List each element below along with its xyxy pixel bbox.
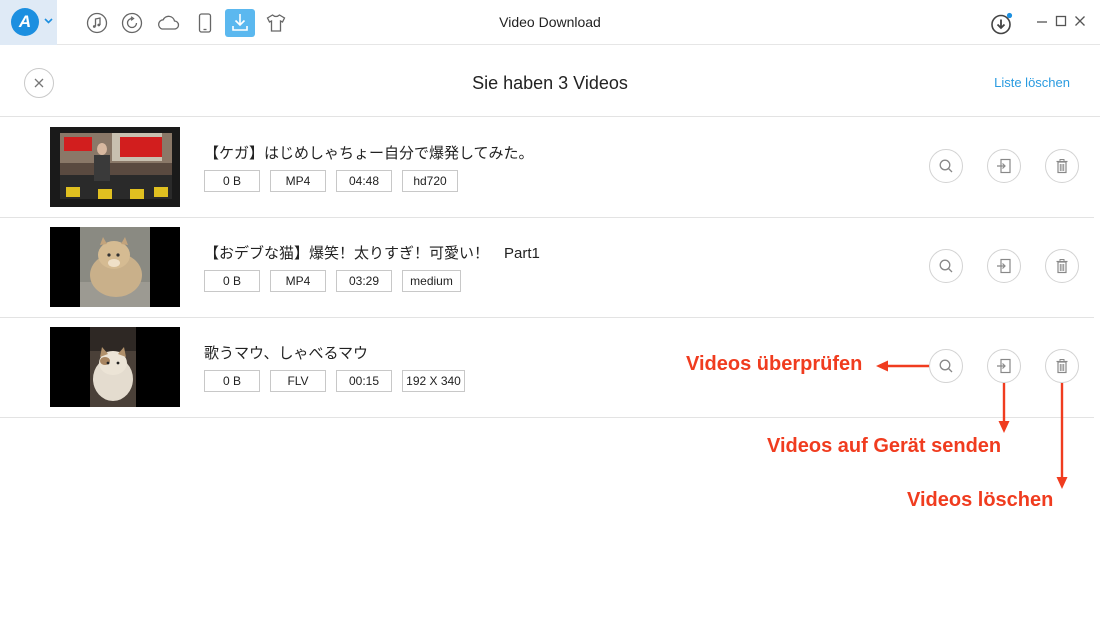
video-title: 【おデブな猫】爆笑！太りすぎ！可愛い！ Part1 [204,245,540,262]
duration-badge: 03:29 [336,270,392,292]
duration-badge: 04:48 [336,170,392,192]
video-title: 【ケガ】はじめしゃちょー自分で爆発してみた。 [204,145,534,162]
minimize-icon[interactable] [1035,14,1049,28]
size-badge: 0 B [204,270,260,292]
title-bar: A Video Download [0,0,1100,45]
arrow-down-icon [1056,383,1068,489]
quality-badge: hd720 [402,170,458,192]
delete-video-button[interactable] [1045,249,1079,283]
window-title: Video Download [499,14,601,30]
send-to-device-button[interactable] [987,349,1021,383]
page-title: Sie haben 3 Videos [472,73,628,93]
download-manager-icon[interactable] [990,12,1014,36]
size-badge: 0 B [204,170,260,192]
send-to-device-button[interactable] [987,249,1021,283]
thumbnail-image [50,327,180,407]
annotation-send-to-device: Videos auf Gerät senden [767,435,1002,457]
format-badge: MP4 [270,170,326,192]
size-badge: 0 B [204,370,260,392]
send-to-device-button[interactable] [987,149,1021,183]
list-header: Sie haben 3 Videos Liste löschen [0,46,1100,117]
video-thumbnail[interactable] [50,327,180,407]
video-thumbnail[interactable] [50,127,180,207]
thumbnail-image [50,227,180,307]
export-icon [997,158,1011,174]
delete-video-button[interactable] [1045,349,1079,383]
arrow-left-icon [876,360,929,372]
search-icon [939,259,953,273]
quality-badge: 192 X 340 [402,370,465,392]
annotation-check-videos: Videos überprüfen [686,353,863,375]
arrow-down-icon [998,383,1010,433]
video-title: 歌うマウ、しゃべるマウ [204,345,368,362]
thumbnail-image [50,127,180,207]
search-icon [939,159,953,173]
trash-icon [1056,259,1068,274]
delete-video-button[interactable] [1045,149,1079,183]
video-thumbnail[interactable] [50,227,180,307]
duration-badge: 00:15 [336,370,392,392]
format-badge: FLV [270,370,326,392]
check-video-button[interactable] [929,349,963,383]
clear-list-link[interactable]: Liste löschen [994,75,1070,90]
search-icon [939,359,953,373]
format-badge: MP4 [270,270,326,292]
trash-icon [1056,359,1068,374]
quality-badge: medium [402,270,461,292]
check-video-button[interactable] [929,149,963,183]
annotation-delete-videos: Videos löschen [907,489,1054,511]
check-video-button[interactable] [929,249,963,283]
close-window-icon[interactable] [1073,14,1087,28]
export-icon [997,258,1011,274]
trash-icon [1056,159,1068,174]
export-icon [997,358,1011,374]
maximize-icon[interactable] [1054,14,1068,28]
list-item: 【おデブな猫】爆笑！太りすぎ！可愛い！ Part1 0 B MP4 03:29 … [0,217,1094,318]
list-item: 【ケガ】はじめしゃちょー自分で爆発してみた。 0 B MP4 04:48 hd7… [0,117,1094,218]
